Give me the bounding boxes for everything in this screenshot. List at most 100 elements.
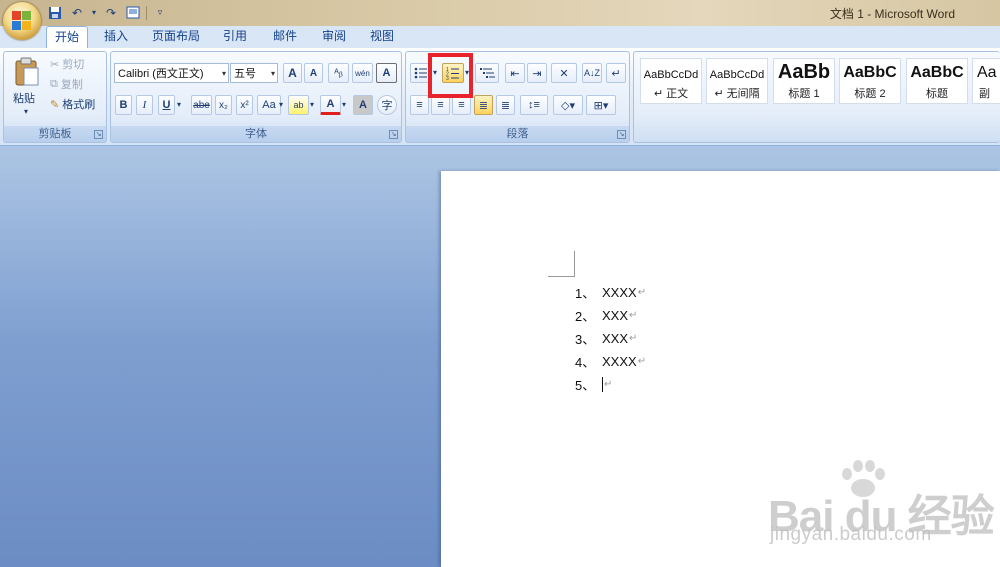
paste-dropdown-icon[interactable]: ▾	[24, 107, 28, 116]
copy-label: 复制	[60, 79, 83, 91]
phonetic-guide-button[interactable]: wén	[352, 63, 373, 83]
paint-bucket-icon: ◇▾	[561, 99, 575, 112]
decrease-indent-icon: ⇤	[510, 67, 520, 80]
cut-button[interactable]: ✂ 剪切	[50, 56, 84, 72]
align-right-button[interactable]: ≡	[452, 95, 471, 115]
list-number: 2、	[575, 308, 596, 324]
underline-dropdown-icon[interactable]: ▾	[177, 100, 181, 109]
font-color-button[interactable]: A	[320, 95, 341, 115]
clipboard-group-label: 剪贴板	[4, 126, 106, 142]
tab-home[interactable]: 开始	[46, 26, 88, 49]
format-painter-button[interactable]: ✎ 格式刷	[50, 96, 95, 112]
font-launcher-icon[interactable]: ↘	[389, 130, 398, 139]
list-item[interactable]: 4、 XXXX ↵	[575, 351, 646, 371]
superscript-button[interactable]: x²	[236, 95, 253, 115]
style-name: 副	[979, 88, 990, 100]
dropdown-arrow-icon[interactable]: ▾	[90, 4, 98, 21]
font-size-combo[interactable]: 五号 ▾	[230, 63, 278, 83]
tab-view[interactable]: 视图	[361, 26, 403, 48]
bold-button[interactable]: B	[115, 95, 132, 115]
watermark-url: jingyan.baidu.com	[770, 524, 932, 545]
style-no-spacing[interactable]: AaBbCcDd ↵ 无间隔	[706, 58, 768, 104]
align-left-button[interactable]: ≡	[410, 95, 429, 115]
list-item[interactable]: 3、 XXX ↵	[575, 328, 637, 348]
customize-qat-icon[interactable]: ▿	[151, 4, 169, 21]
line-spacing-button[interactable]: ↕≡	[520, 95, 548, 115]
style-normal[interactable]: AaBbCcDd ↵ 正文	[640, 58, 702, 104]
margin-corner-mark	[548, 276, 575, 277]
clear-format-button[interactable]: ᴬᵦ	[328, 63, 349, 83]
paste-button[interactable]: 粘贴	[13, 90, 35, 106]
shrink-font-button[interactable]: A	[304, 63, 323, 83]
tab-page-layout[interactable]: 页面布局	[145, 26, 207, 48]
highlight-dropdown-icon[interactable]: ▾	[310, 100, 314, 109]
paragraph-mark-icon: ↵	[637, 355, 647, 367]
list-number: 4、	[575, 354, 596, 370]
style-subtitle[interactable]: Aa 副	[972, 58, 1000, 104]
qat-separator	[146, 5, 147, 20]
chinese-layout-button[interactable]: ✕	[551, 63, 577, 83]
show-marks-button[interactable]: ↵	[606, 63, 626, 83]
sort-icon: A↓Z	[583, 68, 600, 78]
change-case-button[interactable]: Aa	[257, 95, 281, 115]
subscript-button[interactable]: x₂	[215, 95, 232, 115]
paragraph-mark-icon: ↵	[629, 332, 638, 344]
clipboard-group: 粘贴 ▾ ✂ 剪切 ⧉ 复制 ✎ 格式刷 剪贴板 ↘	[3, 51, 107, 143]
list-item[interactable]: 5、 ↵	[575, 374, 612, 394]
paragraph-mark-icon: ↵	[629, 309, 638, 321]
align-center-button[interactable]: ≡	[431, 95, 450, 115]
numbering-highlight-annotation	[428, 53, 473, 98]
enclose-characters-button[interactable]: 字	[377, 95, 397, 115]
office-button[interactable]	[3, 2, 41, 40]
tab-insert[interactable]: 插入	[96, 26, 136, 48]
character-shading-button[interactable]: A	[353, 95, 373, 115]
character-border-button[interactable]: A	[376, 63, 397, 83]
grow-font-button[interactable]: A	[283, 63, 302, 83]
font-name-combo[interactable]: Calibri (西文正文) ▾	[114, 63, 229, 83]
list-text: XXXX	[602, 284, 637, 300]
style-title[interactable]: AaBbC 标题	[906, 58, 968, 104]
tab-review[interactable]: 审阅	[313, 26, 355, 48]
style-heading-1[interactable]: AaBb 标题 1	[773, 58, 835, 104]
paragraph-group-label: 段落	[406, 126, 629, 142]
case-dropdown-icon[interactable]: ▾	[279, 100, 283, 109]
paragraph-mark-icon: ↵	[604, 378, 613, 390]
sort-button[interactable]: A↓Z	[582, 63, 602, 83]
distributed-button[interactable]: ≣	[496, 95, 515, 115]
font-color-dropdown-icon[interactable]: ▾	[342, 100, 346, 109]
text-cursor	[602, 376, 603, 392]
list-item[interactable]: 2、 XXX ↵	[575, 305, 637, 325]
list-item[interactable]: 1、 XXXX ↵	[575, 282, 646, 302]
save-icon[interactable]	[46, 4, 64, 21]
multilevel-list-button[interactable]	[475, 63, 499, 83]
list-number: 3、	[575, 331, 596, 347]
paste-icon[interactable]	[12, 56, 42, 88]
paragraph-launcher-icon[interactable]: ↘	[617, 130, 626, 139]
paragraph-mark-icon: ↵	[637, 286, 647, 298]
style-name: 标题 1	[788, 88, 820, 100]
justify-button[interactable]: ≣	[474, 95, 493, 115]
increase-indent-button[interactable]: ⇥	[527, 63, 547, 83]
borders-button[interactable]: ⊞▾	[586, 95, 616, 115]
strikethrough-button[interactable]: abe	[191, 95, 212, 115]
style-heading-2[interactable]: AaBbC 标题 2	[839, 58, 901, 104]
shading-button[interactable]: ◇▾	[553, 95, 583, 115]
italic-button[interactable]: I	[136, 95, 153, 115]
clipboard-launcher-icon[interactable]: ↘	[94, 130, 103, 139]
redo-icon[interactable]: ↷	[102, 4, 120, 21]
tab-mailings[interactable]: 邮件	[264, 26, 306, 48]
decrease-indent-button[interactable]: ⇤	[505, 63, 525, 83]
copy-button[interactable]: ⧉ 复制	[50, 76, 83, 92]
undo-icon[interactable]: ↶	[68, 4, 86, 21]
highlight-button[interactable]: ab	[288, 95, 309, 115]
window-title: 文档 1 - Microsoft Word	[829, 7, 955, 21]
print-preview-icon[interactable]	[124, 4, 142, 21]
copy-icon: ⧉	[50, 77, 58, 90]
tab-references[interactable]: 引用	[214, 26, 256, 48]
list-number: 1、	[575, 285, 596, 301]
quick-access-toolbar: ↶ ▾ ↷ ▿	[46, 4, 169, 21]
style-sample: AaBbCcDd	[709, 69, 765, 81]
underline-button[interactable]: U	[158, 95, 175, 115]
align-center-icon: ≡	[437, 99, 444, 111]
justify-icon: ≣	[478, 99, 489, 112]
